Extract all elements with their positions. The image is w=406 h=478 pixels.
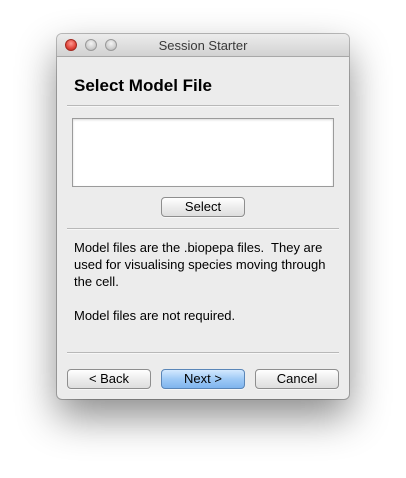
heading-divider <box>67 105 339 107</box>
title-bar[interactable]: Session Starter <box>57 34 349 57</box>
desktop-background: Session Starter Select Model File Select… <box>0 0 406 478</box>
next-button[interactable]: Next > <box>161 369 245 389</box>
page-heading: Select Model File <box>74 76 212 95</box>
footer-divider <box>67 352 339 354</box>
cancel-button[interactable]: Cancel <box>255 369 339 389</box>
back-button[interactable]: < Back <box>67 369 151 389</box>
select-divider <box>67 228 339 230</box>
session-starter-dialog: Session Starter Select Model File Select… <box>57 34 349 399</box>
select-button[interactable]: Select <box>161 197 245 217</box>
window-title: Session Starter <box>158 38 248 53</box>
description-paragraph: Model files are the .biopepa files. They… <box>74 240 330 289</box>
not-required-note: Model files are not required. <box>74 308 236 323</box>
model-file-list[interactable] <box>72 118 334 187</box>
model-file-description: Model files are the .biopepa files. They… <box>74 239 336 324</box>
